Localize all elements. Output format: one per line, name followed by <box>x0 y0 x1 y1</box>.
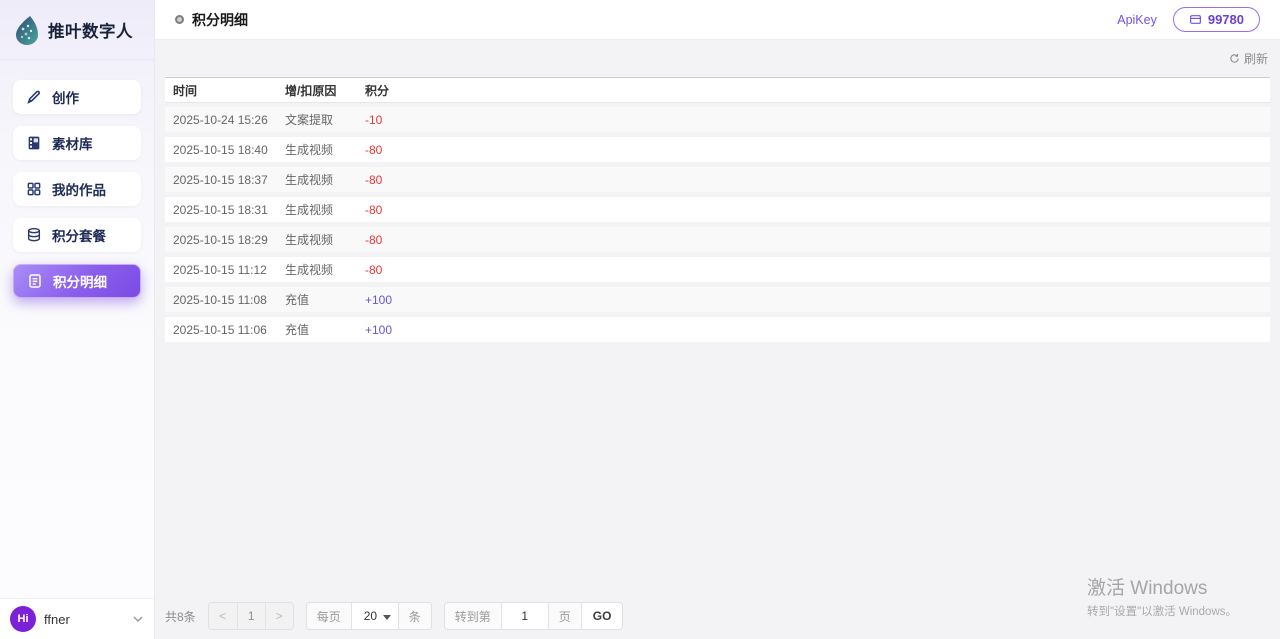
grid-icon <box>26 181 42 197</box>
main-area: 积分明细 ApiKey 99780 <box>155 0 1280 639</box>
cell-reason: 生成视频 <box>285 171 365 188</box>
goto-group: 转到第 页 GO <box>444 602 624 630</box>
cell-points: -80 <box>365 203 1270 217</box>
cell-time: 2025-10-15 18:37 <box>173 173 285 187</box>
cell-points: -80 <box>365 233 1270 247</box>
goto-input-wrap <box>501 603 548 629</box>
media-icon <box>26 135 42 151</box>
col-time: 时间 <box>173 82 285 99</box>
table-row: 2025-10-24 15:26 文案提取 -10 <box>165 107 1270 132</box>
pagination: 共8条 < 1 > 每页 20 条 转到 <box>165 602 623 630</box>
col-points: 积分 <box>365 82 1270 99</box>
total-count: 共8条 <box>165 608 196 625</box>
cell-time: 2025-10-15 18:40 <box>173 143 285 157</box>
refresh-label: 刷新 <box>1244 50 1268 67</box>
table-row: 2025-10-15 18:37 生成视频 -80 <box>165 167 1270 192</box>
per-page-select-wrap: 20 <box>351 603 398 629</box>
chevron-down-icon[interactable] <box>132 613 144 625</box>
points-badge[interactable]: 99780 <box>1173 7 1260 32</box>
sidebar-item-label: 积分套餐 <box>52 225 106 245</box>
cell-points: -80 <box>365 143 1270 157</box>
cell-points: +100 <box>365 293 1270 307</box>
per-page-label: 每页 <box>307 603 351 629</box>
go-button[interactable]: GO <box>581 603 623 629</box>
cell-reason: 充值 <box>285 291 365 308</box>
apikey-link[interactable]: ApiKey <box>1117 13 1157 27</box>
leaf-logo-icon <box>14 15 40 45</box>
bullet-icon <box>175 15 184 24</box>
logo: 推叶数字人 <box>0 0 154 60</box>
cell-time: 2025-10-15 11:12 <box>173 263 285 277</box>
cell-points: -80 <box>365 173 1270 187</box>
per-page-select[interactable]: 20 <box>352 603 398 629</box>
table-row: 2025-10-15 11:06 充值 +100 <box>165 317 1270 342</box>
col-reason: 增/扣原因 <box>285 82 365 99</box>
cell-points: +100 <box>365 323 1270 337</box>
topbar-right: ApiKey 99780 <box>1117 7 1260 32</box>
goto-page-input[interactable] <box>502 603 548 629</box>
sidebar-item-label: 创作 <box>52 87 79 107</box>
topbar: 积分明细 ApiKey 99780 <box>155 0 1280 40</box>
points-table: 时间 增/扣原因 积分 2025-10-24 15:26 文案提取 -10 20… <box>165 77 1270 342</box>
pager: < 1 > <box>208 602 294 630</box>
table-row: 2025-10-15 18:29 生成视频 -80 <box>165 227 1270 252</box>
sidebar-item-pencil[interactable]: 创作 <box>13 80 141 114</box>
page-number-button[interactable]: 1 <box>237 603 265 629</box>
next-page-button[interactable]: > <box>265 603 293 629</box>
table-row: 2025-10-15 18:40 生成视频 -80 <box>165 137 1270 162</box>
document-icon <box>27 273 43 289</box>
sidebar-item-label: 积分明细 <box>53 271 107 291</box>
sidebar: 推叶数字人 创作 素材库 我的作品 积分套餐 积分明细 Hi ffner <box>0 0 155 639</box>
page-title-group: 积分明细 <box>175 10 248 30</box>
cell-time: 2025-10-15 18:31 <box>173 203 285 217</box>
app-title: 推叶数字人 <box>48 18 133 42</box>
sidebar-item-media[interactable]: 素材库 <box>13 126 141 160</box>
cell-reason: 文案提取 <box>285 111 365 128</box>
table-row: 2025-10-15 18:31 生成视频 -80 <box>165 197 1270 222</box>
avatar: Hi <box>10 606 36 632</box>
prev-page-button[interactable]: < <box>209 603 237 629</box>
cell-reason: 生成视频 <box>285 141 365 158</box>
cell-time: 2025-10-15 11:06 <box>173 323 285 337</box>
sidebar-item-document[interactable]: 积分明细 <box>13 264 141 298</box>
pencil-icon <box>26 89 42 105</box>
cell-time: 2025-10-24 15:26 <box>173 113 285 127</box>
cell-points: -10 <box>365 113 1270 127</box>
per-page-unit: 条 <box>398 603 431 629</box>
content: 刷新 时间 增/扣原因 积分 2025-10-24 15:26 文案提取 -10… <box>155 40 1280 639</box>
table-row: 2025-10-15 11:08 充值 +100 <box>165 287 1270 312</box>
points-value: 99780 <box>1208 12 1244 27</box>
cell-time: 2025-10-15 11:08 <box>173 293 285 307</box>
goto-page-label: 页 <box>548 603 581 629</box>
goto-label: 转到第 <box>445 603 501 629</box>
refresh-button[interactable]: 刷新 <box>1229 50 1268 67</box>
sidebar-item-label: 我的作品 <box>52 179 106 199</box>
user-bar[interactable]: Hi ffner <box>0 598 154 639</box>
card-icon <box>1189 13 1202 26</box>
sidebar-item-coins[interactable]: 积分套餐 <box>13 218 141 252</box>
per-page-group: 每页 20 条 <box>306 602 432 630</box>
table-row: 2025-10-15 11:12 生成视频 -80 <box>165 257 1270 282</box>
user-name: ffner <box>44 612 70 627</box>
coins-icon <box>26 227 42 243</box>
refresh-icon <box>1229 53 1240 64</box>
cell-points: -80 <box>365 263 1270 277</box>
table-body: 2025-10-24 15:26 文案提取 -10 2025-10-15 18:… <box>165 107 1270 342</box>
page-title: 积分明细 <box>192 10 248 30</box>
cell-reason: 充值 <box>285 321 365 338</box>
sidebar-item-grid[interactable]: 我的作品 <box>13 172 141 206</box>
sidebar-menu: 创作 素材库 我的作品 积分套餐 积分明细 <box>0 60 154 598</box>
cell-reason: 生成视频 <box>285 201 365 218</box>
refresh-row: 刷新 <box>165 40 1270 77</box>
cell-reason: 生成视频 <box>285 261 365 278</box>
cell-reason: 生成视频 <box>285 231 365 248</box>
app-root: 推叶数字人 创作 素材库 我的作品 积分套餐 积分明细 Hi ffner <box>0 0 1280 639</box>
table-header: 时间 增/扣原因 积分 <box>165 77 1270 103</box>
cell-time: 2025-10-15 18:29 <box>173 233 285 247</box>
sidebar-item-label: 素材库 <box>52 133 93 153</box>
